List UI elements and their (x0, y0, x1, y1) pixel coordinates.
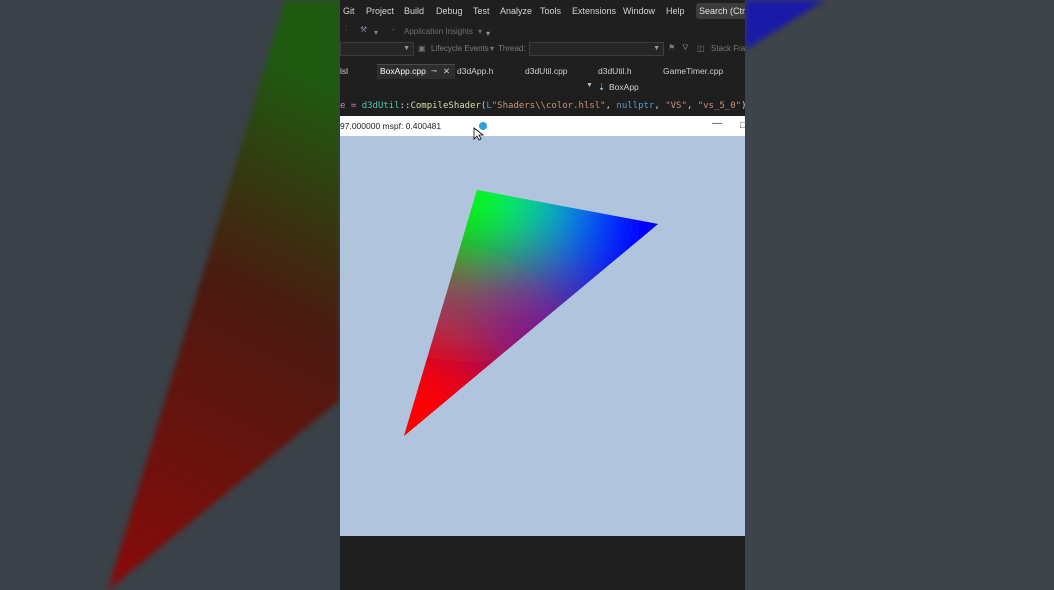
chevron-down-icon[interactable]: ▼ (586, 82, 593, 89)
code-token: "Shaders\\color.hlsl" (491, 101, 606, 111)
pin-icon[interactable]: ⊸ (431, 67, 437, 75)
mouse-cursor-icon (473, 121, 487, 141)
menu-git[interactable]: Git (343, 6, 355, 16)
code-token: ); (741, 101, 745, 111)
tab-d3dutil-cpp[interactable]: d3dUtil.cpp (525, 66, 568, 76)
tab-hlsl[interactable]: lsl (340, 66, 348, 76)
toolbar-overflow-icon-2[interactable]: ▾ (486, 29, 490, 38)
tab-gametimer-cpp[interactable]: GameTimer.cpp (663, 66, 723, 76)
chevron-down-icon: ▼ (403, 45, 410, 52)
thread-label: Thread: (498, 44, 526, 53)
flag-icon[interactable]: ⚑ (668, 43, 675, 52)
menu-extensions[interactable]: Extensions (572, 6, 616, 16)
render-canvas[interactable] (340, 136, 745, 536)
lifecycle-dropdown-icon[interactable]: ▾ (490, 44, 494, 53)
triangle-vertex-blue (548, 190, 658, 334)
app-insights-button[interactable]: Application Insights (404, 27, 473, 36)
document-tabs: lsl BoxApp.cpp ⊸ ✕ d3dApp.h d3dUtil.cpp … (340, 62, 745, 80)
toolbar-tool-icon[interactable]: ⚒ (360, 25, 367, 34)
toolbar-separator: ⋮ (342, 25, 350, 34)
vs-bottom-area (340, 536, 745, 590)
app-insights-dropdown-icon[interactable]: ▾ (478, 27, 482, 36)
toolbar-debug-location: ▼ ▣ Lifecycle Events ▾ Thread: ▼ ⚑ ⛛ ◫ S… (340, 40, 745, 58)
code-token: "VS" (665, 101, 687, 111)
toolbar-overflow-icon[interactable]: ▾ (374, 28, 378, 37)
close-tab-icon[interactable]: ✕ (443, 66, 450, 77)
background-blur-left (0, 0, 340, 590)
menu-build[interactable]: Build (404, 6, 424, 16)
lifecycle-events-button[interactable]: Lifecycle Events (431, 44, 489, 53)
menu-window[interactable]: Window (623, 6, 655, 16)
search-box[interactable]: Search (Ctrl+ (696, 3, 745, 19)
background-triangle-right (745, 0, 825, 50)
stack-frame-icon: ◫ (697, 44, 705, 53)
menu-test[interactable]: Test (473, 6, 490, 16)
background-blur-right (745, 0, 1054, 590)
code-token: :: (399, 101, 411, 111)
code-token: e = (340, 101, 362, 111)
chevron-down-icon: ▼ (653, 45, 660, 52)
code-token: CompileShader (410, 101, 481, 111)
code-token: , (654, 101, 666, 111)
member-dropdown[interactable]: BoxApp (609, 82, 639, 92)
background-triangle-left (108, 0, 340, 590)
app-titlebar[interactable]: 97.000000 mspf: 0.400481 — □ (340, 116, 745, 136)
code-token: nullptr (616, 101, 655, 111)
code-token: , (605, 101, 617, 111)
app-insights-icon: ▪ (392, 25, 395, 34)
tab-d3dutil-h[interactable]: d3dUtil.h (598, 66, 632, 76)
menu-help[interactable]: Help (666, 6, 685, 16)
visual-studio-window: Git Project Build Debug Test Analyze Too… (340, 0, 745, 590)
filter-icon[interactable]: ⛛ (682, 43, 689, 53)
menu-debug[interactable]: Debug (436, 6, 463, 16)
toolbar-standard: ⋮ ⚒ ▾ ▪ Application Insights ▾ ▾ (340, 22, 745, 40)
navigation-bar: ▼ ⇣ BoxApp (340, 79, 745, 95)
tab-boxapp-cpp[interactable]: BoxApp.cpp (380, 66, 426, 76)
process-dropdown[interactable]: ▼ (340, 42, 414, 56)
minimize-button[interactable]: — (712, 118, 722, 129)
member-icon: ⇣ (598, 82, 606, 92)
code-token: "vs_5_0" (697, 101, 742, 111)
menu-analyze[interactable]: Analyze (500, 6, 532, 16)
maximize-button[interactable]: □ (740, 120, 745, 130)
thread-dropdown[interactable]: ▼ (529, 42, 664, 56)
directx-app-window[interactable]: 97.000000 mspf: 0.400481 — □ (340, 116, 745, 536)
tab-d3dapp-h[interactable]: d3dApp.h (457, 66, 493, 76)
menu-project[interactable]: Project (366, 6, 394, 16)
code-token: d3dUtil (361, 101, 400, 111)
stack-frame-label: Stack Fra (711, 44, 745, 53)
menu-bar: Git Project Build Debug Test Analyze Too… (340, 0, 745, 22)
app-title: 97.000000 mspf: 0.400481 (340, 121, 442, 131)
colored-triangle (404, 190, 658, 436)
code-editor-line[interactable]: e = d3dUtil::CompileShader(L"Shaders\\co… (340, 95, 745, 117)
menu-tools[interactable]: Tools (540, 6, 561, 16)
lifecycle-icon: ▣ (418, 44, 426, 53)
code-token: , (686, 101, 698, 111)
